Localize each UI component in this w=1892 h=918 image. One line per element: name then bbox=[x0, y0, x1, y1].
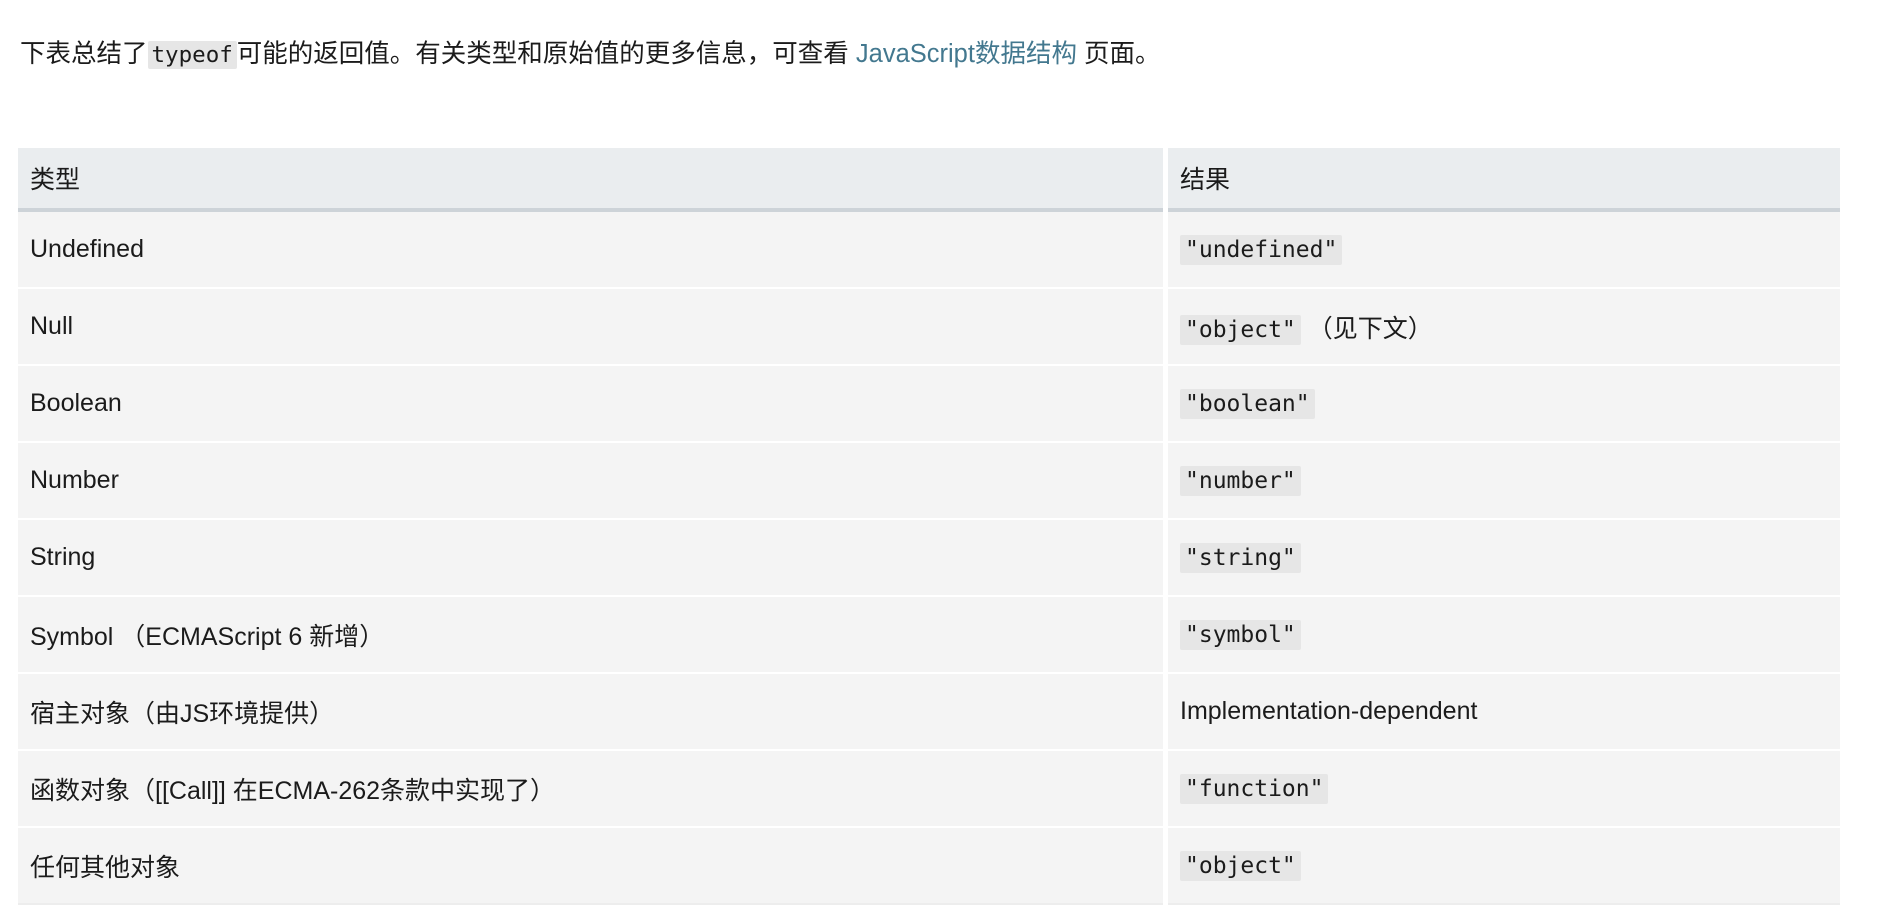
javascript-data-structures-link[interactable]: JavaScript数据结构 bbox=[856, 40, 1077, 68]
cell-type: Boolean bbox=[18, 366, 1163, 443]
result-inline-code: "string" bbox=[1180, 543, 1301, 573]
cell-result: "boolean" bbox=[1168, 366, 1840, 443]
page-root: 下表总结了 typeof 可能的返回值。有关类型和原始值的更多信息，可查看 Java… bbox=[0, 0, 1892, 918]
table-header-row: 类型 结果 bbox=[18, 148, 1840, 212]
cell-result: "undefined" bbox=[1168, 212, 1840, 289]
table-row: Symbol （ECMAScript 6 新增） "symbol" bbox=[18, 597, 1840, 674]
typeof-return-values-table: 类型 结果 Undefined "undefined" Null "object" （… bbox=[13, 148, 1845, 905]
result-inline-code: "object" bbox=[1180, 314, 1301, 345]
cell-result: "function" bbox=[1168, 751, 1840, 828]
column-header-result: 结果 bbox=[1168, 148, 1840, 212]
cell-result: "symbol" bbox=[1168, 597, 1840, 674]
cell-result: "number" bbox=[1168, 443, 1840, 520]
result-inline-code: "undefined" bbox=[1180, 235, 1343, 265]
cell-result: "object" bbox=[1168, 828, 1840, 905]
table-row: String "string" bbox=[18, 520, 1840, 597]
cell-type: Number bbox=[18, 443, 1163, 520]
intro-paragraph: 下表总结了 typeof 可能的返回值。有关类型和原始值的更多信息，可查看 Java… bbox=[20, 32, 1360, 77]
cell-type: Null bbox=[18, 289, 1163, 366]
result-inline-code: "function" bbox=[1180, 774, 1329, 804]
cell-type: 宿主对象（由JS环境提供） bbox=[18, 674, 1163, 751]
table-row: Null "object" （见下文） bbox=[18, 289, 1840, 366]
table-row: 任何其他对象 "object" bbox=[18, 828, 1840, 905]
result-note: （见下文） bbox=[1307, 314, 1433, 343]
result-inline-code: "boolean" bbox=[1180, 389, 1315, 419]
result-plain-text: Implementation-dependent bbox=[1180, 697, 1478, 725]
table-row: 宿主对象（由JS环境提供） Implementation-dependent bbox=[18, 674, 1840, 751]
intro-text-before: 下表总结了 bbox=[20, 39, 148, 68]
table-row: Number "number" bbox=[18, 443, 1840, 520]
typeof-inline-code: typeof bbox=[147, 40, 237, 69]
table-head: 类型 结果 bbox=[18, 148, 1840, 212]
table-row: Boolean "boolean" bbox=[18, 366, 1840, 443]
table-row: 函数对象（[[Call]] 在ECMA-262条款中实现了） "function" bbox=[18, 751, 1840, 828]
column-header-type: 类型 bbox=[18, 148, 1163, 212]
table-body: Undefined "undefined" Null "object" （见下文） Bo… bbox=[18, 212, 1840, 905]
cell-type: Symbol （ECMAScript 6 新增） bbox=[18, 597, 1163, 674]
cell-type: Undefined bbox=[18, 212, 1163, 289]
result-inline-code: "number" bbox=[1180, 466, 1301, 496]
typeof-return-values-table-wrapper: 类型 结果 Undefined "undefined" Null "object" （… bbox=[18, 148, 1840, 905]
result-inline-code: "symbol" bbox=[1180, 620, 1301, 650]
cell-type: 任何其他对象 bbox=[18, 828, 1163, 905]
cell-result: "string" bbox=[1168, 520, 1840, 597]
intro-text-tail: 页面。 bbox=[1084, 39, 1161, 68]
cell-result: Implementation-dependent bbox=[1168, 674, 1840, 751]
cell-result: "object" （见下文） bbox=[1168, 289, 1840, 366]
cell-type: 函数对象（[[Call]] 在ECMA-262条款中实现了） bbox=[18, 751, 1163, 828]
cell-type: String bbox=[18, 520, 1163, 597]
result-inline-code: "object" bbox=[1180, 851, 1301, 881]
intro-text-after: 可能的返回值。有关类型和原始值的更多信息，可查看 bbox=[236, 39, 849, 68]
table-row: Undefined "undefined" bbox=[18, 212, 1840, 289]
